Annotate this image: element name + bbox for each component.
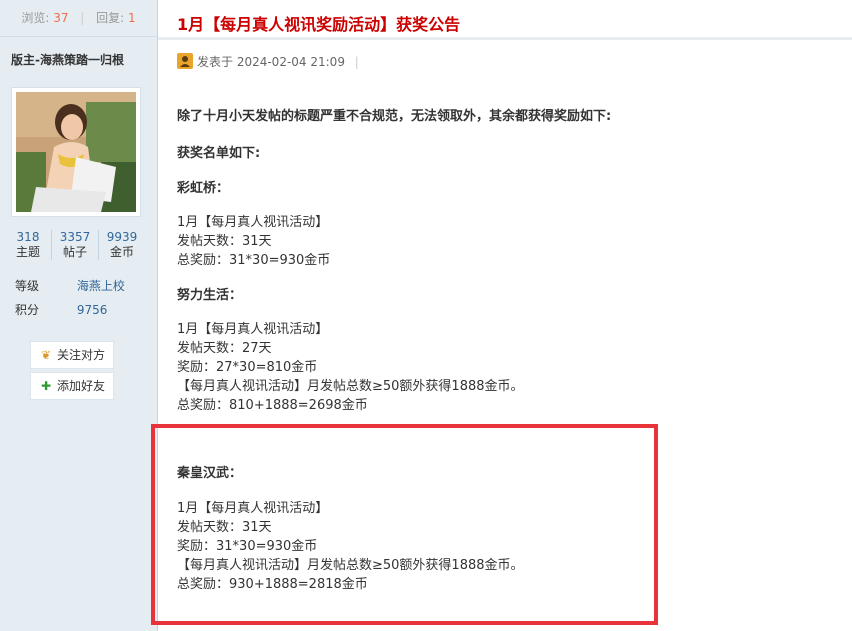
- winner-line: 1月【每月真人视讯活动】: [177, 322, 329, 337]
- post-date: 发表于 2024-02-04 21:09 |: [197, 55, 359, 69]
- post-title: 1月【每月真人视讯奖励活动】获奖公告: [177, 15, 461, 34]
- user-stats: 318 主题 3357 帖子 9939 金币: [5, 230, 145, 260]
- winner-line: 奖励：27*30=810金币: [177, 360, 318, 375]
- points-row: 积分 9756: [15, 301, 107, 318]
- winner-line: 1月【每月真人视讯活动】: [177, 215, 329, 230]
- winner-line: 发帖天数：31天: [177, 234, 272, 249]
- winner-line: 发帖天数：27天: [177, 341, 272, 356]
- points-value: 9756: [76, 303, 108, 317]
- level-value[interactable]: 海燕上校: [77, 279, 125, 293]
- divider: |: [80, 11, 85, 25]
- views-label: 浏览:: [21, 11, 50, 25]
- winner-line: 总奖励：810+1888=2698金币: [177, 398, 368, 413]
- views-count: 37: [53, 11, 69, 25]
- winner-name: 彩虹桥：: [177, 181, 230, 196]
- winner-name: 努力生活：: [177, 288, 243, 303]
- list-title: 获奖名单如下:: [177, 146, 261, 161]
- stat-coins[interactable]: 9939 金币: [98, 230, 145, 260]
- author-name[interactable]: 版主-海燕策踏一归根: [0, 37, 157, 68]
- highlight-annotation: [151, 424, 658, 625]
- stat-posts[interactable]: 3357 帖子: [51, 230, 98, 260]
- avatar-frame: [11, 87, 141, 217]
- author-online-icon: [177, 53, 193, 69]
- handshake-icon: ❦: [40, 348, 52, 362]
- add-friend-button[interactable]: ✚ 添加好友: [30, 372, 114, 400]
- winner-line: 总奖励：31*30=930金币: [177, 253, 331, 268]
- level-label: 等级: [15, 279, 40, 293]
- plus-icon: ✚: [40, 379, 52, 393]
- points-label: 积分: [15, 303, 40, 317]
- stat-topics[interactable]: 318 主题: [5, 230, 51, 260]
- replies-label: 回复:: [96, 11, 125, 25]
- winner-line: 【每月真人视讯活动】月发帖总数≥50额外获得1888金币。: [177, 379, 524, 394]
- post-meta: 发表于 2024-02-04 21:09 |: [158, 37, 852, 76]
- thread-stats: 浏览: 37 | 回复: 1: [0, 0, 157, 37]
- follow-label: 关注对方: [57, 348, 106, 362]
- follow-button[interactable]: ❦ 关注对方: [30, 341, 114, 369]
- avatar[interactable]: [16, 92, 136, 212]
- add-friend-label: 添加好友: [57, 379, 106, 393]
- intro-text: 除了十月小天发帖的标题严重不合规范，无法领取外，其余都获得奖励如下:: [177, 109, 612, 124]
- replies-count: 1: [128, 11, 136, 25]
- level-row: 等级 海燕上校: [15, 277, 125, 294]
- author-sidebar: 浏览: 37 | 回复: 1 版主-海燕策踏一归根 318 主题 3357 帖子…: [0, 0, 158, 631]
